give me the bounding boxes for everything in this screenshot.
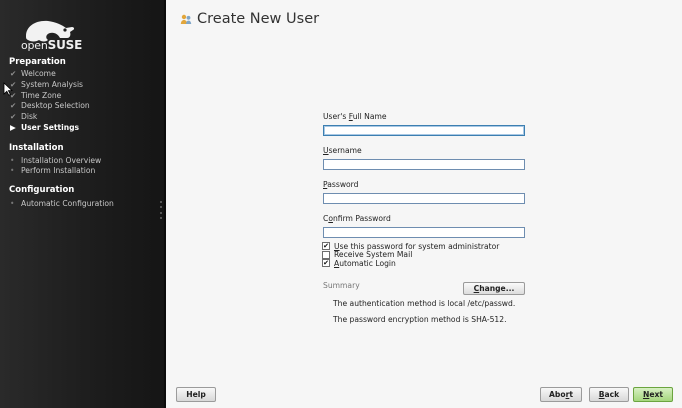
username-label: Username [323,146,362,155]
nav-item-desktop-selection: ✔ Desktop Selection [10,101,90,110]
nav-item-welcome: ✔ Welcome [10,69,56,78]
next-button[interactable]: Next [633,387,673,402]
arrow-right-icon: ▶ [10,123,16,132]
abort-button[interactable]: Abort [540,387,582,402]
checkmark-icon: ✔ [322,241,330,251]
nav-item-system-analysis: ✔ System Analysis [10,80,84,89]
sidebar-resize-handle[interactable] [160,201,162,219]
change-button[interactable]: Change... [463,282,525,295]
nav-item-disk: ✔ Disk [10,112,38,121]
full-name-input[interactable] [323,125,525,136]
bullet-icon: • [10,166,15,175]
receive-system-mail-checkbox[interactable]: Receive System Mail [322,250,528,259]
nav-item-time-zone: ✔ Time Zone [10,91,62,100]
checkmark-icon: ✔ [10,112,17,121]
nav-section-preparation: Preparation [9,57,66,67]
checkmark-icon: ✔ [322,258,330,268]
create-user-form: User's Full Name Username Password Confi… [322,112,528,324]
password-label: Password [323,180,359,189]
nav-section-installation: Installation [9,143,64,153]
confirm-password-input[interactable] [323,227,525,238]
main-panel: Create New User User's Full Name Usernam… [166,0,682,408]
sidebar: openSUSE Preparation ✔ Welcome ✔ System An… [0,0,166,408]
checkmark-icon: ✔ [10,69,17,78]
summary-line-encryption-method: The password encryption method is SHA-51… [333,314,507,324]
nav-section-configuration: Configuration [9,185,75,195]
empty-checkbox-icon [322,250,330,259]
bullet-icon: • [10,199,15,208]
mouse-cursor-icon [3,82,13,96]
nav-item-installation-overview: • Installation Overview [10,156,102,165]
checkbox-label: Automatic Login [334,258,396,268]
back-button[interactable]: Back [589,387,629,402]
automatic-login-checkbox[interactable]: ✔ Automatic Login [322,259,528,268]
full-name-label: User's Full Name [323,112,387,121]
use-password-for-admin-checkbox[interactable]: ✔ Use this password for system administr… [322,242,528,251]
summary-line-auth-method: The authentication method is local /etc/… [333,298,516,308]
username-input[interactable] [323,159,525,170]
checkmark-icon: ✔ [10,101,17,110]
page-title: Create New User [197,11,320,27]
bullet-icon: • [10,156,15,165]
nav-item-automatic-configuration: • Automatic Configuration [10,199,114,208]
nav-item-user-settings: ▶ User Settings [10,123,80,132]
nav-item-perform-installation: • Perform Installation [10,166,96,175]
user-icon [180,14,192,24]
opensuse-wordmark: openSUSE [21,38,83,52]
help-button[interactable]: Help [176,387,216,402]
page-header: Create New User [180,11,319,27]
password-input[interactable] [323,193,525,204]
confirm-password-label: Confirm Password [323,214,391,223]
